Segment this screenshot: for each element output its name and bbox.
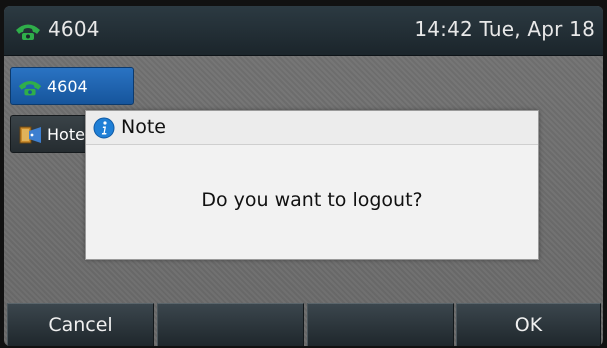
line-key-4604[interactable]: 4604	[10, 67, 134, 105]
line-key-label: Hotel	[47, 125, 90, 144]
soft-key-3[interactable]	[307, 303, 454, 346]
dialog-message: Do you want to logout?	[201, 189, 423, 211]
soft-key-2[interactable]	[157, 303, 304, 346]
logout-dialog: Note Do you want to logout?	[85, 110, 539, 260]
phone-screen: 4604 14:42 Tue, Apr 18 4604 Hotel Note D…	[4, 6, 603, 346]
hotelling-icon	[19, 126, 41, 144]
ok-button[interactable]: OK	[456, 303, 601, 346]
status-clock: 14:42 Tue, Apr 18	[414, 17, 595, 41]
phone-handset-icon	[16, 24, 40, 40]
phone-handset-icon	[18, 80, 42, 96]
dialog-header: Note	[86, 111, 538, 145]
line-key-label: 4604	[47, 77, 88, 96]
dialog-title: Note	[121, 116, 166, 138]
info-icon	[93, 117, 115, 139]
soft-key-bar: Cancel OK	[4, 303, 603, 346]
cancel-button[interactable]: Cancel	[7, 303, 154, 346]
status-line-label: 4604	[48, 17, 100, 41]
status-bar: 4604 14:42 Tue, Apr 18	[4, 6, 603, 56]
